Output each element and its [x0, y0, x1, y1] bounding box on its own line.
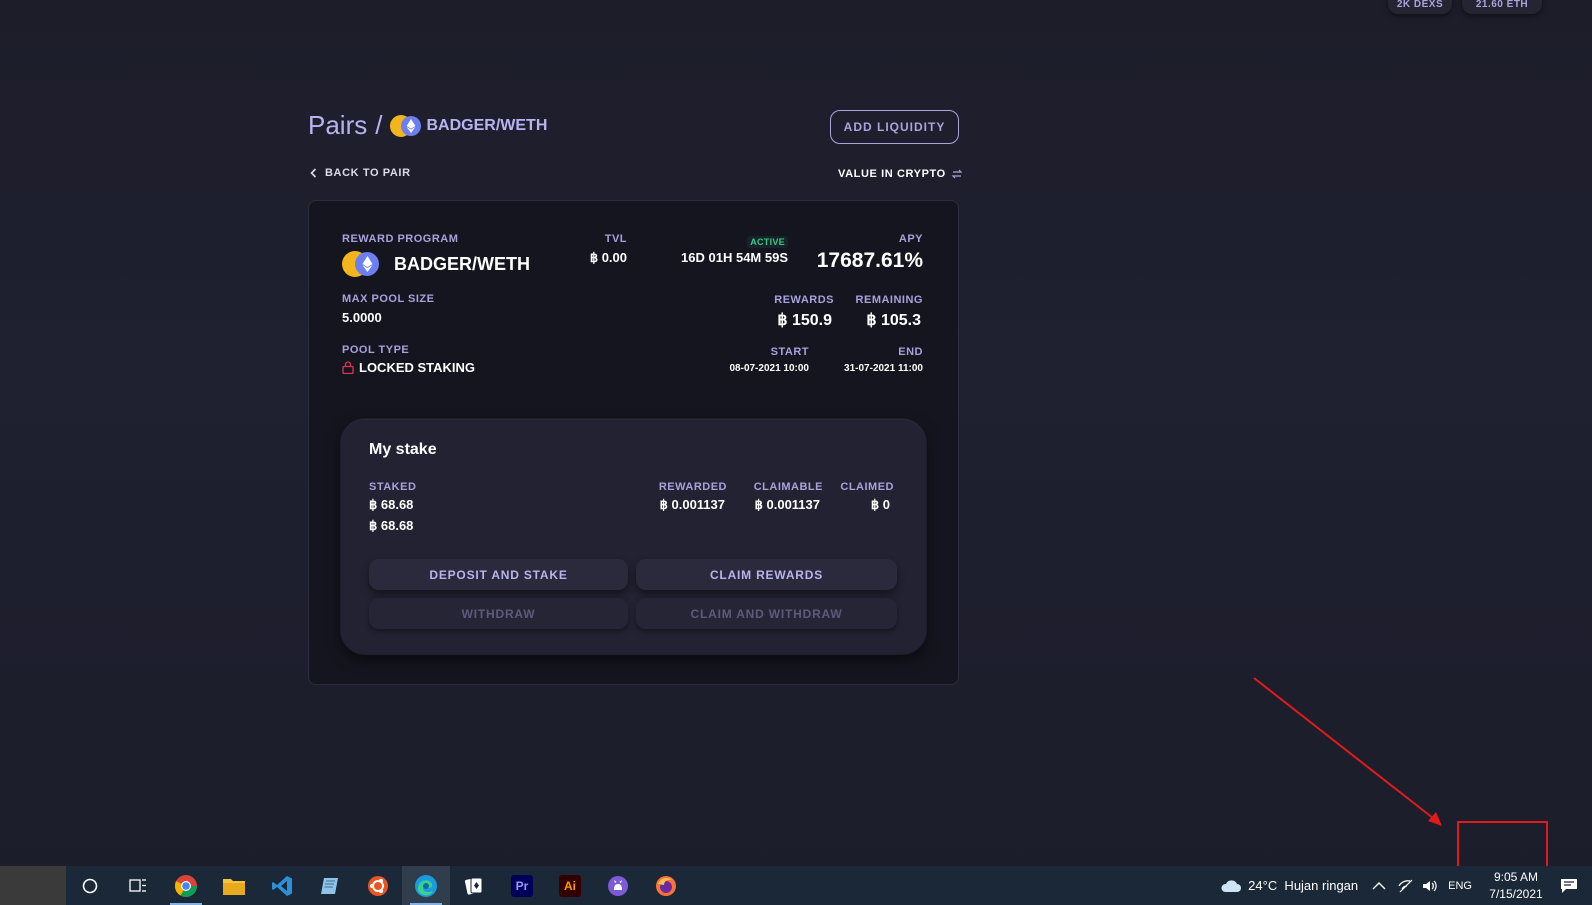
remaining-value: ฿ 105.3 [866, 312, 921, 329]
remaining-label: REMAINING [855, 294, 923, 306]
end-value: 31-07-2021 11:00 [844, 363, 923, 374]
solitaire-icon[interactable] [450, 866, 498, 905]
file-explorer-icon[interactable] [210, 866, 258, 905]
start-button[interactable] [0, 866, 66, 905]
illustrator-badge: Ai [559, 874, 581, 897]
my-stake-panel: My stake STAKED ฿ 68.68 ฿ 68.68 REWARDED… [341, 419, 926, 654]
volume-icon[interactable] [1422, 879, 1438, 893]
add-liquidity-button[interactable]: ADD LIQUIDITY [830, 110, 959, 144]
status-badge: ACTIVE [747, 236, 788, 248]
value-in-crypto-toggle[interactable]: VALUE IN CRYPTO [838, 168, 963, 180]
program-name: BADGER/WETH [394, 253, 530, 274]
pool-type-row: LOCKED STAKING [342, 360, 475, 375]
tvl-value: ฿ 0.00 [589, 250, 627, 265]
network-icon[interactable] [1398, 879, 1414, 893]
program-name-row: BADGER/WETH [342, 251, 530, 277]
language-indicator[interactable]: ENG [1448, 880, 1472, 892]
tvl-label: TVL [604, 233, 627, 245]
eth-token-icon [355, 252, 379, 276]
eth-token-icon [401, 115, 422, 136]
start-label: START [770, 346, 809, 358]
apy-label: APY [898, 233, 923, 245]
edge-icon[interactable] [402, 866, 450, 905]
max-pool-size-label: MAX POOL SIZE [342, 293, 435, 305]
chevron-left-icon [310, 168, 317, 178]
ubuntu-icon[interactable] [354, 866, 402, 905]
reward-program-label: REWARD PROGRAM [342, 233, 459, 245]
claim-and-withdraw-button[interactable]: CLAIM AND WITHDRAW [636, 598, 897, 629]
staked-label: STAKED [369, 481, 417, 493]
staked-value-2: ฿ 68.68 [369, 518, 414, 533]
notepad-icon[interactable] [306, 866, 354, 905]
chevron-up-icon[interactable] [1372, 881, 1386, 891]
value-toggle-label: VALUE IN CRYPTO [838, 168, 946, 180]
staked-value-1: ฿ 68.68 [369, 497, 414, 512]
countdown-timer: 16D 01H 54M 59S [681, 250, 788, 265]
search-icon[interactable] [66, 866, 114, 905]
end-label: END [898, 346, 923, 358]
rewarded-value: ฿ 0.001137 [659, 497, 725, 512]
claimed-value: ฿ 0 [870, 497, 890, 512]
vscode-icon[interactable] [258, 866, 306, 905]
withdraw-button[interactable]: WITHDRAW [369, 598, 628, 629]
claimable-value: ฿ 0.001137 [754, 497, 820, 512]
chrome-icon[interactable] [162, 866, 210, 905]
premiere-icon[interactable]: Pr [498, 866, 546, 905]
weather-text[interactable]: 24°C Hujan ringan [1248, 878, 1358, 893]
firefox-icon[interactable] [642, 866, 690, 905]
dexs-pill-label: 2K DEXS [1396, 0, 1444, 10]
breadcrumb-pairs-link[interactable]: Pairs [308, 110, 367, 141]
max-pool-size-value: 5.0000 [342, 310, 382, 325]
back-to-pair-label: BACK TO PAIR [325, 167, 411, 179]
pair-token-icons [390, 114, 422, 137]
clock-time: 9:05 AM [1493, 869, 1539, 884]
illustrator-icon[interactable]: Ai [546, 866, 594, 905]
program-token-icons [342, 251, 382, 277]
claim-rewards-button[interactable]: CLAIM REWARDS [636, 559, 897, 590]
pool-type-value: LOCKED STAKING [359, 360, 476, 375]
annotation-arrow [1253, 677, 1442, 826]
deposit-and-stake-button[interactable]: DEPOSIT AND STAKE [369, 559, 628, 590]
my-stake-title: My stake [369, 441, 437, 458]
breadcrumb-separator: / [375, 110, 383, 140]
rewards-value: ฿ 150.9 [777, 312, 832, 329]
rewards-label: REWARDS [774, 294, 834, 306]
windows-taskbar: Pr Ai 24°C Hujan ringan ENG 9:05 AM 7/15… [0, 866, 1592, 905]
dexs-pill[interactable]: 2K DEXS [1388, 0, 1452, 14]
swap-icon [951, 169, 963, 179]
system-tray: 24°C Hujan ringan ENG 9:05 AM 7/15/2021 [1220, 866, 1592, 905]
premiere-badge: Pr [511, 874, 533, 897]
clock-date: 7/15/2021 [1489, 886, 1543, 901]
back-to-pair-link[interactable]: BACK TO PAIR [310, 167, 411, 179]
task-view-icon[interactable] [114, 866, 162, 905]
claimed-label: CLAIMED [840, 481, 894, 493]
reward-program-card: REWARD PROGRAM BADGER/WETH TVL ฿ 0.00 AC… [308, 200, 959, 685]
breadcrumb: Pairs / BADGER/WETH [308, 110, 547, 141]
eth-balance-label: 21.60 ETH [1475, 0, 1529, 10]
eth-balance-pill[interactable]: 21.60 ETH [1462, 0, 1542, 14]
start-value: 08-07-2021 10:00 [729, 363, 809, 374]
lock-icon [342, 361, 354, 374]
breadcrumb-pair-name: BADGER/WETH [426, 116, 548, 134]
notification-center-icon[interactable] [1560, 878, 1578, 894]
pool-type-label: POOL TYPE [342, 344, 410, 356]
rewarded-label: REWARDED [658, 481, 727, 493]
weather-cloud-icon [1221, 879, 1242, 892]
claimable-label: CLAIMABLE [753, 481, 823, 493]
github-icon[interactable] [594, 866, 642, 905]
apy-value: 17687.61% [816, 249, 923, 272]
system-clock[interactable]: 9:05 AM 7/15/2021 [1480, 869, 1552, 903]
